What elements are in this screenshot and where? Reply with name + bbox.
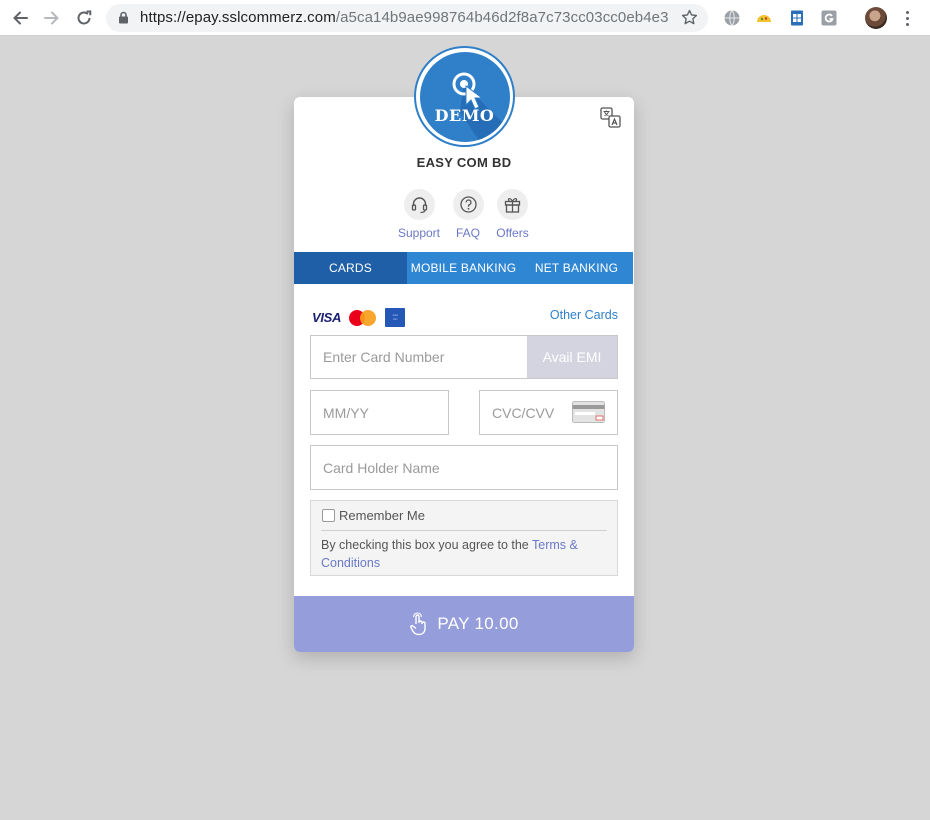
terms-text: By checking this box you agree to the Te… <box>321 536 601 572</box>
cursor-click-icon <box>452 72 510 142</box>
logo-text: DEMO <box>434 105 495 125</box>
url-host: https://epay.sslcommerz.com <box>140 9 336 26</box>
offers-label: Offers <box>496 226 529 240</box>
demo-logo: DEMO <box>419 51 510 142</box>
url-path: /a5ca14b9ae998764b46d2f8a7c73cc03cc0eb4e… <box>335 9 669 26</box>
browser-menu-icon[interactable] <box>896 7 918 29</box>
bookmark-star-icon[interactable] <box>681 9 698 31</box>
faq-link[interactable]: FAQ <box>451 189 485 240</box>
amex-logo: ▪▪▪▪▪ ▪▪▪▪ <box>385 308 406 327</box>
avail-emi-button[interactable]: Avail EMI <box>527 336 617 378</box>
expiry-input[interactable] <box>311 391 448 434</box>
card-back-icon <box>572 401 605 428</box>
remember-me-label[interactable]: Remember Me <box>339 508 425 523</box>
tab-mobile-banking[interactable]: MOBILE BANKING <box>407 252 520 284</box>
browser-toolbar: https://epay.sslcommerz.com/a5ca14b9ae99… <box>0 0 930 36</box>
sheets-extension-icon[interactable] <box>788 9 806 27</box>
card-holder-field <box>310 445 618 490</box>
pay-label: PAY 10.00 <box>437 614 519 633</box>
card-brand-logos: VISA ▪▪▪▪▪ ▪▪▪▪ <box>312 308 406 327</box>
lock-icon <box>118 11 129 29</box>
remember-me-checkbox[interactable] <box>322 509 335 522</box>
faq-label: FAQ <box>455 226 480 240</box>
tab-net-banking[interactable]: NET BANKING <box>520 252 633 284</box>
forward-arrow-icon[interactable] <box>40 6 64 30</box>
tap-hand-icon <box>409 612 429 636</box>
reload-icon[interactable] <box>72 6 96 30</box>
support-link[interactable]: Support <box>397 189 441 240</box>
merchant-name: EASY COM BD <box>416 155 512 170</box>
globe-extension-icon[interactable] <box>723 9 741 27</box>
translate-icon[interactable] <box>600 107 621 133</box>
card-holder-input[interactable] <box>311 446 617 489</box>
address-bar[interactable]: https://epay.sslcommerz.com/a5ca14b9ae99… <box>106 4 708 32</box>
tab-cards[interactable]: CARDS <box>294 252 407 284</box>
url-text: https://epay.sslcommerz.com/a5ca14b9ae99… <box>140 9 669 26</box>
mastercard-logo <box>349 309 377 327</box>
merchant-logo: DEMO <box>414 46 515 147</box>
terms-prefix: By checking this box you agree to the <box>321 538 533 552</box>
other-cards-link[interactable]: Other Cards <box>534 308 618 322</box>
back-arrow-icon[interactable] <box>8 6 32 30</box>
remember-me-box: Remember Me By checking this box you agr… <box>310 500 618 576</box>
offers-link[interactable]: Offers <box>494 189 531 240</box>
profile-avatar[interactable] <box>865 7 887 29</box>
payment-method-tabs: CARDS MOBILE BANKING NET BANKING <box>294 252 633 284</box>
visa-logo: VISA <box>312 310 342 325</box>
support-label: Support <box>397 226 441 240</box>
divider <box>321 530 607 531</box>
g-extension-icon[interactable] <box>820 9 838 27</box>
taco-extension-icon[interactable] <box>755 9 773 27</box>
gift-icon <box>497 189 528 220</box>
pay-button[interactable]: PAY 10.00 <box>294 596 634 652</box>
question-icon <box>452 189 484 220</box>
expiry-field <box>310 390 449 435</box>
headset-icon <box>403 189 435 220</box>
